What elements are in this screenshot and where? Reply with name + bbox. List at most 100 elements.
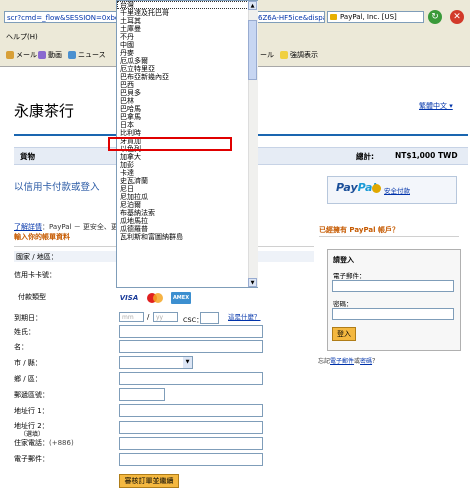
dropdown-option[interactable]: 千里達及托巴哥 — [117, 9, 257, 17]
menu-help[interactable]: ヘルプ(H) — [6, 32, 38, 42]
dropdown-option[interactable]: 巴西 — [117, 81, 257, 89]
mastercard-icon — [145, 292, 165, 304]
login-title: 請登入 — [333, 256, 354, 264]
already-member-heading: 已經擁有 PayPal 帳戶？ — [319, 226, 399, 234]
dropdown-option[interactable]: 巴貝多 — [117, 89, 257, 97]
expiry-label: 到期日： — [14, 314, 42, 322]
paypal-logo: PayPal — [336, 181, 376, 194]
store-name: 永康茶行 — [14, 102, 75, 120]
video-icon — [38, 51, 46, 59]
stop-icon[interactable]: ✕ — [450, 10, 464, 24]
expiry-month-input[interactable]: mm — [119, 312, 144, 322]
email-input[interactable] — [119, 453, 263, 466]
dropdown-option[interactable]: 尼泊爾 — [117, 201, 257, 209]
address-bar-tail[interactable]: F6Z6A-HF5ice&dispatch=50a222a67 — [253, 11, 325, 23]
postal-code-input[interactable] — [119, 388, 165, 401]
amex-icon: AMEX — [171, 292, 191, 304]
last-name-input[interactable] — [119, 325, 263, 338]
refresh-icon[interactable]: ↻ — [428, 10, 442, 24]
last-name-label: 姓氏： — [14, 328, 35, 336]
dropdown-option[interactable]: 瓦利斯和富圖納群島 — [117, 233, 257, 241]
language-label: 繁體中文 — [419, 102, 447, 110]
city-label: 市 / 縣： — [14, 359, 42, 367]
dropdown-option[interactable]: 比利時 — [117, 129, 257, 137]
highlight-icon — [280, 51, 288, 59]
login-email-input[interactable] — [332, 280, 454, 292]
expiry-year-input[interactable]: yy — [153, 312, 178, 322]
certificate-label: PayPal, Inc. [US] — [340, 13, 397, 21]
scrollbar-thumb[interactable] — [248, 20, 257, 80]
language-link[interactable]: 繁體中文 ▾ — [419, 101, 453, 111]
goods-label: 貨物 — [20, 152, 35, 161]
address2-note: （選填） — [20, 431, 45, 438]
logo-part: Pay — [336, 181, 358, 194]
news-icon — [68, 51, 76, 59]
toolbar-news[interactable]: ニュース — [68, 50, 106, 60]
total-amount: NT$1,000 TWD — [395, 151, 458, 160]
payment-type-label: 付款類型 — [18, 293, 46, 301]
dropdown-option[interactable]: 丹麥 — [117, 49, 257, 57]
city-select[interactable]: ▼ — [119, 356, 193, 369]
dropdown-option[interactable]: 瓜德羅普 — [117, 225, 257, 233]
forgot-email-link[interactable]: 電子郵件 — [330, 358, 354, 365]
dropdown-option[interactable]: 史瓦濟蘭 — [117, 177, 257, 185]
divider — [319, 236, 459, 237]
dropdown-option[interactable]: 厄瓜多爾 — [117, 57, 257, 65]
dropdown-option[interactable]: 巴哈馬 — [117, 105, 257, 113]
dropdown-option[interactable]: 土庫曼 — [117, 25, 257, 33]
learn-more-link[interactable]: 了解詳情 — [14, 223, 42, 231]
dropdown-option[interactable]: 巴拿馬 — [117, 113, 257, 121]
login-password-label: 密碼： — [333, 300, 353, 308]
toolbar-label: ニュース — [78, 51, 106, 59]
toolbar-label: ール — [260, 51, 274, 59]
toolbar-video[interactable]: 動画 — [38, 50, 62, 60]
billing-info-heading: 輸入你的帳單資料 — [14, 233, 70, 241]
toolbar-item[interactable]: ール — [260, 50, 274, 60]
forgot-password-link[interactable]: 密碼 — [360, 358, 372, 365]
dropdown-option[interactable]: 尼日 — [117, 185, 257, 193]
dropdown-option[interactable]: 尼加拉瓜 — [117, 193, 257, 201]
district-input[interactable] — [119, 372, 263, 385]
toolbar-mail[interactable]: メール — [6, 50, 37, 60]
country-label: 國家 / 地區： — [16, 253, 58, 261]
lock-icon — [330, 14, 337, 20]
dropdown-option[interactable]: 日本 — [117, 121, 257, 129]
dropdown-option[interactable]: 瓜地馬拉 — [117, 217, 257, 225]
mail-icon — [6, 51, 14, 59]
dropdown-option[interactable]: 巴林 — [117, 97, 257, 105]
dropdown-option[interactable]: 不丹 — [117, 33, 257, 41]
dropdown-option[interactable]: 加彭 — [117, 161, 257, 169]
login-email-label: 電子郵件： — [333, 272, 366, 280]
scroll-down-icon[interactable]: ▼ — [248, 278, 257, 287]
dropdown-option[interactable]: 布基納法索 — [117, 209, 257, 217]
learn-more: 了解詳情：PayPal － 更安全、更 — [14, 222, 118, 232]
chevron-down-icon: ▼ — [183, 357, 192, 368]
login-password-input[interactable] — [332, 308, 454, 320]
csc-input[interactable] — [200, 312, 219, 324]
security-certificate[interactable]: PayPal, Inc. [US] — [327, 11, 424, 23]
district-label: 鄉 / 區： — [14, 375, 42, 383]
csc-help-link[interactable]: 這是什麼？ — [228, 311, 261, 321]
phone-input[interactable] — [119, 437, 263, 450]
review-order-button[interactable]: 審核訂單並繼續 — [119, 474, 179, 488]
address1-input[interactable] — [119, 404, 263, 417]
login-button[interactable]: 登入 — [332, 327, 356, 341]
dropdown-option[interactable]: 卡達 — [117, 169, 257, 177]
phone-label: 住家電話：(+886) — [14, 438, 74, 448]
dropdown-option[interactable]: 巴布亞新幾內亞 — [117, 73, 257, 81]
dropdown-option[interactable]: 加拿大 — [117, 153, 257, 161]
scroll-up-icon[interactable]: ▲ — [248, 1, 257, 10]
shield-icon — [372, 184, 381, 193]
address2-input[interactable] — [119, 421, 263, 434]
email-label: 電子郵件： — [14, 455, 49, 463]
toolbar-highlight[interactable]: 強調表示 — [280, 50, 318, 60]
dropdown-option[interactable]: 厄立特里亞 — [117, 65, 257, 73]
secure-payment-link[interactable]: 安全付款 — [384, 185, 410, 195]
phone-label-text: 住家電話： — [14, 439, 49, 447]
forgot-prefix: 忘記 — [318, 358, 331, 365]
dropdown-option[interactable]: 中國 — [117, 41, 257, 49]
dropdown-option[interactable]: 台灣 — [117, 1, 257, 9]
dropdown-option[interactable]: 土耳其 — [117, 17, 257, 25]
first-name-input[interactable] — [119, 340, 263, 353]
forgot-credentials: 忘記電子郵件或密碼？ — [318, 358, 379, 365]
